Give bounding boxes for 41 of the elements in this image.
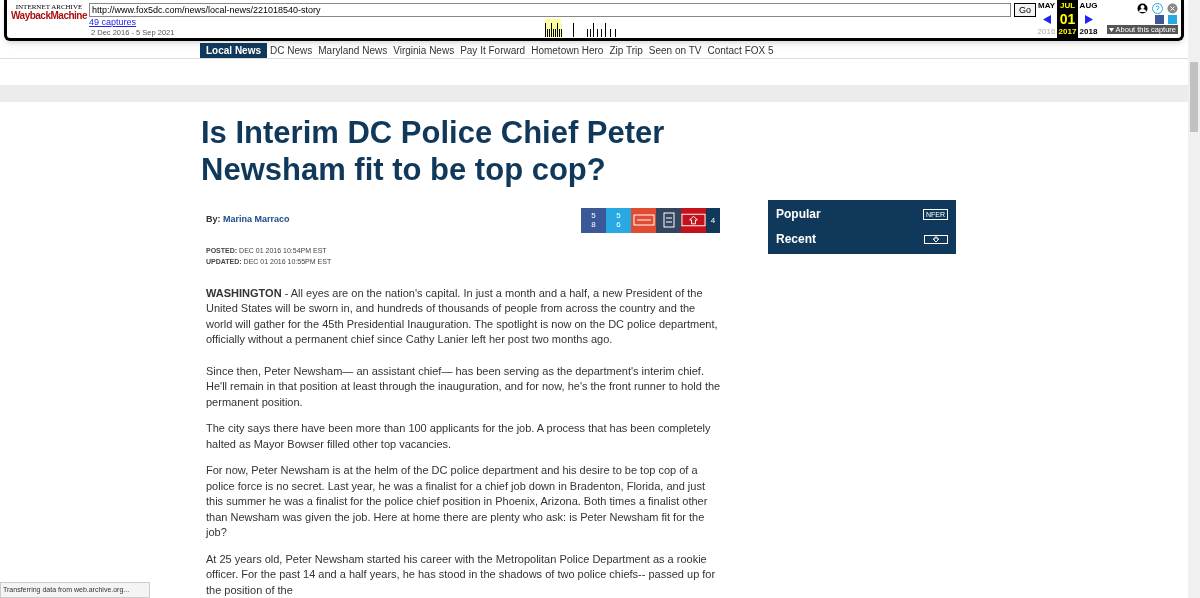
upload-icon <box>681 213 706 227</box>
user-icon[interactable] <box>1137 3 1148 14</box>
nav-link[interactable]: Contact FOX 5 <box>704 43 777 58</box>
month-column[interactable]: MAY 2016 <box>1036 0 1057 38</box>
nav-link[interactable]: Maryland News <box>315 43 391 58</box>
printer-icon <box>662 212 675 228</box>
nav-link[interactable]: DC News <box>267 43 316 58</box>
caret-icon <box>1108 27 1114 32</box>
help-icon[interactable] <box>1152 3 1163 14</box>
previous-arrow-icon[interactable] <box>1042 14 1051 24</box>
capture-day: 01 <box>1059 12 1076 26</box>
article-paragraph: For now, Peter Newsham is at the helm of the DC police department and his desire to be top cop of a police force is no secret. Last year, he was a finalist for a chief job down in Bradenton, Florida, and just this summer he was a finalist for the police chief position in Phoenix, Arizona. Both times a finalist other than Newsham was given the job. Here at home there are plenty who ask: is Peter Newsham fit for the job? <box>206 463 709 540</box>
nav-link[interactable]: Zip Trip <box>606 43 646 58</box>
article-paragraph: WASHINGTON - All eyes are on the nation's capital. In just a month and a half, a new President of the United States will be sworn in, and hundreds of thousands of people from across the country and the world will gather for the 45th Presidential Inauguration. The spotlight is now on the DC police department, officially without a permanent chief since Cathy Lanier left her post two months ago. <box>206 285 719 347</box>
section-tab[interactable]: Local News <box>200 43 268 58</box>
close-icon[interactable] <box>1167 3 1178 14</box>
byline: By: Marina Marraco <box>206 213 290 227</box>
facebook-share-button[interactable]: 58 <box>581 207 606 233</box>
article-paragraph: The city says there have been more than 100 applicants for the job. A process that has been completely halted as Mayor Bowser filled other top vacancies. <box>206 421 712 452</box>
article-paragraph: Since then, Peter Newsham— an assistant chief— has been serving as the department's interim chief. He'll remain in that position at least through the inauguration, and for now, he's the front runner to hold the permanent position. <box>206 363 721 410</box>
print-share-button[interactable] <box>656 207 681 233</box>
go-button[interactable]: Go <box>1014 3 1036 17</box>
url-field[interactable]: http://www.fox5dc.com/news/local-news/221018540-story <box>89 3 1011 17</box>
email-share-button[interactable] <box>631 207 656 233</box>
sidebar-tab[interactable]: Recent <box>768 226 956 252</box>
month-column[interactable]: JUL 01 2017 <box>1057 0 1078 38</box>
captures-link[interactable]: 49 captures <box>89 17 137 28</box>
author-link[interactable]: Marina Marraco <box>223 214 290 225</box>
envelope-icon <box>632 214 655 226</box>
share-share-button[interactable] <box>681 207 706 233</box>
total-share-button[interactable]: 4 <box>706 207 720 233</box>
nav-link[interactable]: Hometown Hero <box>528 43 607 58</box>
month-column[interactable]: AUG 2018 <box>1078 0 1099 38</box>
article-title: Is Interim DC Police Chief Peter Newsham fit to be top cop? <box>201 113 666 188</box>
scrollbar[interactable] <box>1188 0 1200 598</box>
article-paragraph: At 25 years old, Peter Newsham started his career with the Metropolitan Police Department as a rookie officer. For the past 14 and a half years, he has stood in the shadows of two police chiefs-- passed up for the position of the <box>206 551 717 598</box>
wayback-logo[interactable]: WaybackMachine <box>11 11 87 21</box>
nav-link[interactable]: Pay It Forward <box>457 43 529 58</box>
next-arrow-icon[interactable] <box>1084 14 1093 24</box>
nav-link[interactable]: Virginia News <box>390 43 458 58</box>
nav-link[interactable]: Seen on TV <box>645 43 705 58</box>
